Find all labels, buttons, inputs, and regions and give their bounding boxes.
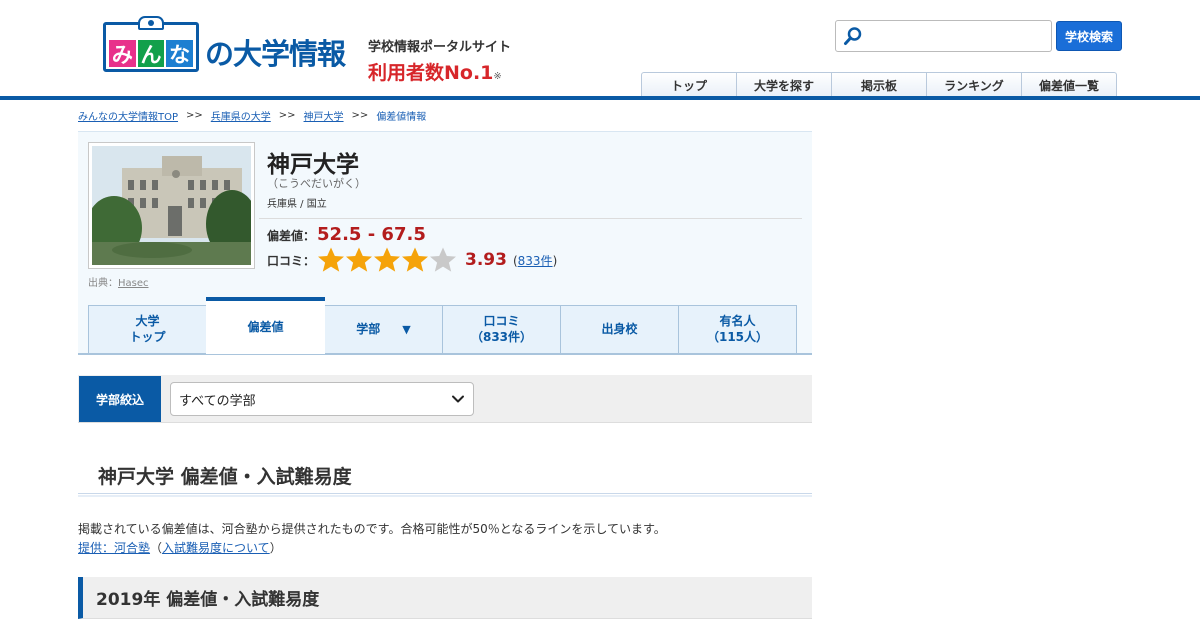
faculty-select[interactable]: すべての学部 [170,382,474,416]
tab-alumni-school[interactable]: 出身校 [560,305,679,354]
section-title: 神戸大学 偏差値・入試難易度 [98,466,352,488]
star-rating [317,246,457,274]
tabs-baseline [78,353,812,355]
header-divider [0,96,1200,100]
photo-credit: 出典：Hasec [88,274,149,289]
nav-item-ranking[interactable]: ランキング [926,72,1022,97]
logo-char: な [166,40,194,67]
hensachi-value: 52.5 - 67.5 [317,224,426,245]
tab-faculty[interactable]: 学部 ▼ [324,305,443,354]
tab-hensachi[interactable]: 偏差値 [206,297,325,354]
tagline-main-text: 利用者数No.1 [368,62,494,84]
logo-text: の大学情報 [205,37,346,71]
tagline-note-mark: ※ [493,71,502,82]
nav-item-hensachi-list[interactable]: 偏差値一覧 [1021,72,1117,97]
source-links: 提供：河合塾（入試難易度について） [78,539,282,556]
breadcrumb-separator: >> [278,110,296,121]
school-kana: （こうべだいがく） [267,177,366,190]
search-icon [839,22,867,50]
photo-credit-label: 出典： [88,278,118,289]
site-tagline: 学校情報ポータルサイト 利用者数No.1※ [368,36,511,85]
breadcrumb-link-university[interactable]: 神戸大学 [304,108,344,123]
school-search-button[interactable]: 学校検索 [1056,21,1122,51]
star-filled-icon [318,247,345,272]
tab-reviews[interactable]: 口コミ （833件） [442,305,561,354]
breadcrumb: みんなの大学情報TOP >> 兵庫県の大学 >> 神戸大学 >> 偏差値情報 [78,108,426,123]
tab-faculty-label: 学部 [356,322,381,337]
logo-char: ん [137,40,165,67]
nav-item-find-university[interactable]: 大学を探す [736,72,832,97]
school-photo [92,146,251,265]
breadcrumb-separator: >> [186,110,203,121]
tab-university-top[interactable]: 大学 トップ [88,305,207,354]
breadcrumb-separator: >> [351,110,369,121]
review-paren-close: ) [552,253,558,268]
faculty-select-value: すべての学部 [179,393,256,409]
tagline-main: 利用者数No.1※ [368,58,511,85]
school-tabs: 大学 トップ 偏差値 学部 ▼ 口コミ （833件） 出身校 有名人 （115人… [88,297,797,354]
school-photo-frame [88,142,255,269]
star-filled-icon [402,247,429,272]
faculty-filter-label: 学部絞込 [79,376,161,422]
hensachi-note: 掲載されている偏差値は、河合塾から提供されたものです。合格可能性が50％となるラ… [78,522,666,536]
nav-item-bbs[interactable]: 掲示板 [831,72,927,97]
paren-close: ） [269,541,282,555]
review-rating-row: 口コミ： 3.93 (833件) [267,246,557,274]
chevron-down-icon [452,395,464,403]
breadcrumb-link-prefecture[interactable]: 兵庫県の大学 [211,108,271,123]
faculty-filter: 学部絞込 すべての学部 [78,375,812,423]
search-box [835,20,1052,52]
school-name: 神戸大学 [267,152,359,178]
logo-char: み [109,40,136,67]
graduation-cap-icon [138,16,164,30]
tagline-sub: 学校情報ポータルサイト [368,40,512,55]
hensachi-label: 偏差値： [267,229,316,243]
photo-credit-link[interactable]: Hasec [118,278,149,289]
rating-value: 3.93 [465,250,507,270]
search-input[interactable] [867,22,1051,50]
star-filled-icon [374,247,401,272]
kuchikomi-label: 口コミ： [267,253,316,268]
school-location-type: 兵庫県 / 国立 [267,199,327,210]
section-rule [78,493,812,497]
year-heading: 2019年 偏差値・入試難易度 [78,577,812,619]
breadcrumb-current: 偏差値情報 [376,112,427,123]
about-difficulty-link[interactable]: 入試難易度について [162,541,270,555]
review-count: (833件) [513,252,557,269]
global-nav: トップ 大学を探す 掲示板 ランキング 偏差値一覧 [641,72,1117,97]
tab-famous-people[interactable]: 有名人 （115人） [678,305,797,354]
star-filled-icon [346,247,373,272]
paren-open: （ [150,541,163,555]
logo-mark: み ん な [103,16,199,72]
divider [259,218,802,219]
provider-link[interactable]: 提供：河合塾 [78,541,150,555]
star-empty-icon [430,247,457,272]
hensachi-row: 偏差値： 52.5 - 67.5 [267,224,426,245]
review-count-link[interactable]: 833件 [518,254,553,268]
breadcrumb-link-top[interactable]: みんなの大学情報TOP [78,108,178,123]
nav-item-top[interactable]: トップ [641,72,737,97]
caret-down-icon: ▼ [402,322,411,336]
site-logo[interactable]: み ん な の大学情報 [103,16,346,72]
